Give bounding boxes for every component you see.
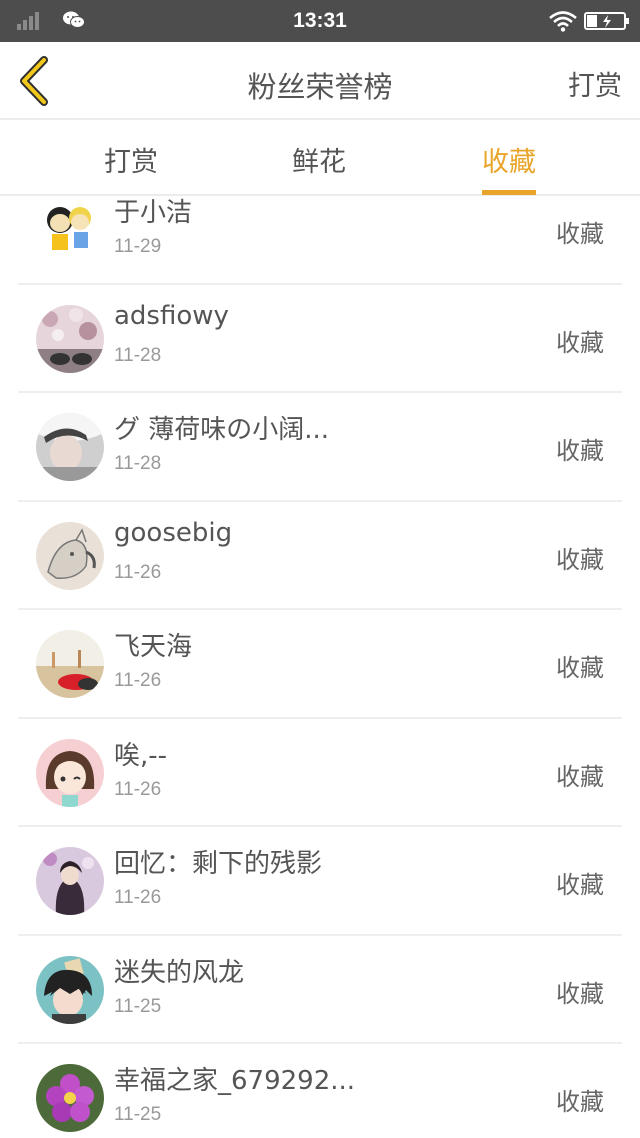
fan-date: 11-28 — [114, 453, 162, 474]
fan-name: adsfiowy — [114, 300, 229, 331]
list-item[interactable]: 迷失的风龙 11-25 收藏 — [18, 936, 622, 1044]
list-item[interactable]: goosebig 11-26 收藏 — [18, 502, 622, 610]
list-item[interactable]: 幸福之家_679292... 11-25 收藏 — [18, 1044, 622, 1138]
fan-action: 收藏 — [556, 437, 604, 465]
header-bar: 粉丝荣誉榜 打赏 — [0, 42, 640, 120]
tab-flowers[interactable]: 鲜花 — [292, 140, 346, 179]
page-title: 粉丝荣誉榜 — [247, 70, 393, 104]
avatar — [36, 738, 104, 807]
avatar — [36, 630, 104, 698]
fan-name: グ 薄荷味の小阔... — [114, 415, 330, 445]
tab-favorites-label: 收藏 — [482, 147, 536, 178]
status-time: 13:31 — [293, 9, 347, 32]
avatar — [36, 304, 104, 373]
fan-date: 11-25 — [114, 1104, 162, 1125]
fan-name: 回忆：剩下的残影 — [114, 849, 323, 879]
status-bar: 13:31 — [0, 0, 640, 42]
wifi-icon — [549, 11, 577, 32]
list-item[interactable]: 回忆：剩下的残影 11-26 收藏 — [18, 827, 622, 936]
tab-reward[interactable]: 打赏 — [104, 140, 158, 179]
fan-action: 收藏 — [556, 545, 604, 574]
fan-name: 迷失的风龙 — [114, 957, 245, 988]
fan-date: 11-26 — [114, 670, 162, 691]
avatar — [36, 521, 104, 590]
reward-button[interactable]: 打赏 — [568, 64, 622, 103]
fan-action: 收藏 — [556, 762, 604, 791]
fan-action: 收藏 — [556, 220, 604, 248]
fan-name: 于小洁 — [114, 198, 193, 228]
fan-action: 收藏 — [556, 1088, 604, 1116]
avatar — [36, 847, 104, 915]
avatar — [36, 955, 104, 1024]
fan-date: 11-25 — [114, 995, 162, 1017]
fan-name: 飞天海 — [114, 632, 193, 662]
list-item[interactable]: 唉,-- 11-26 收藏 — [18, 719, 622, 827]
battery-charging-icon — [584, 12, 629, 30]
fan-list[interactable]: 于小洁 11-29 收藏 adsfiowy 11-28 收藏 グ 薄荷味の小阔.… — [0, 198, 640, 1138]
list-item[interactable]: 飞天海 11-26 收藏 — [18, 610, 622, 719]
fan-date: 11-29 — [114, 236, 162, 257]
fan-action: 收藏 — [556, 654, 604, 682]
fan-date: 11-26 — [114, 887, 162, 908]
fan-name: 幸福之家_679292... — [114, 1066, 356, 1096]
list-item[interactable]: グ 薄荷味の小阔... 11-28 收藏 — [18, 393, 622, 502]
fan-action: 收藏 — [556, 871, 604, 899]
avatar — [36, 198, 104, 264]
fan-action: 收藏 — [556, 328, 604, 357]
fan-date: 11-26 — [114, 561, 162, 583]
avatar — [36, 1064, 104, 1132]
avatar — [36, 413, 104, 481]
tab-favorites[interactable]: 收藏 — [482, 140, 536, 195]
list-item[interactable]: adsfiowy 11-28 收藏 — [18, 285, 622, 393]
list-item[interactable]: 于小洁 11-29 收藏 — [18, 198, 622, 285]
active-tab-indicator — [482, 190, 536, 195]
fan-date: 11-28 — [114, 344, 162, 366]
fan-date: 11-26 — [114, 778, 162, 800]
fan-name: goosebig — [114, 517, 233, 548]
tab-bar: 打赏 鲜花 收藏 — [0, 122, 640, 196]
fan-action: 收藏 — [556, 979, 604, 1008]
fan-name: 唉,-- — [114, 740, 168, 771]
